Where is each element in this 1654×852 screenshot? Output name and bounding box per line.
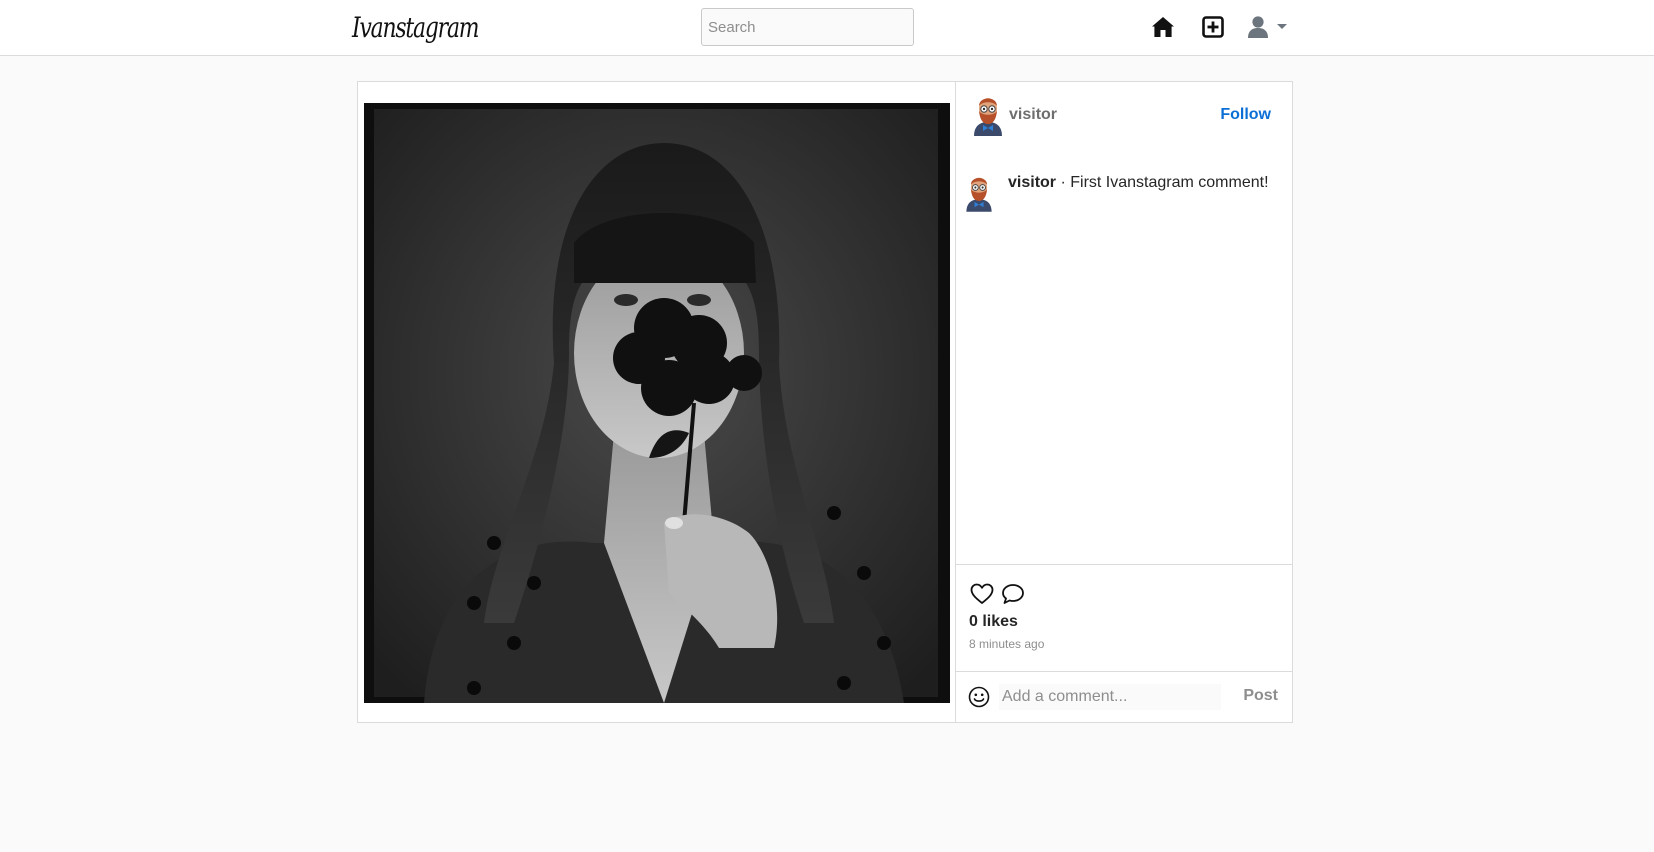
logo[interactable]: Ivanstagram — [352, 6, 480, 50]
comment-item: visitor · First Ivanstagram comment! — [956, 170, 1292, 220]
comment-username[interactable]: visitor — [1008, 174, 1056, 191]
post-actions: 0 likes 8 minutes ago — [956, 564, 1292, 671]
user-icon — [1248, 16, 1268, 38]
emoji-icon[interactable] — [968, 686, 990, 708]
avatar[interactable] — [968, 92, 1008, 136]
post-author-username[interactable]: visitor — [1009, 106, 1057, 124]
navbar: Ivanstagram — [0, 0, 1654, 56]
likes-count[interactable]: 0 likes — [969, 613, 1018, 631]
follow-button[interactable]: Follow — [1220, 106, 1271, 124]
search-input[interactable] — [701, 8, 914, 46]
add-post-icon[interactable] — [1200, 14, 1226, 40]
comment-body: visitor · First Ivanstagram comment! — [1008, 174, 1269, 192]
post-timestamp: 8 minutes ago — [969, 637, 1045, 651]
user-menu-toggle[interactable] — [1246, 14, 1294, 40]
comment-separator: · — [1056, 174, 1071, 191]
post-card: visitor Follow visitor · First Ivanstagr… — [357, 81, 1293, 723]
post-photo[interactable] — [364, 103, 950, 703]
photo-area — [358, 82, 956, 722]
heart-icon[interactable] — [969, 581, 995, 607]
add-comment-bar: Post — [956, 671, 1292, 722]
comment-text: First Ivanstagram comment! — [1070, 174, 1269, 191]
home-icon[interactable] — [1150, 14, 1176, 40]
comment-bubble-icon[interactable] — [1000, 581, 1026, 607]
post-header: visitor Follow — [956, 82, 1292, 152]
comment-input[interactable] — [999, 684, 1221, 710]
caret-down-icon — [1277, 24, 1287, 29]
comment-avatar[interactable] — [961, 170, 997, 214]
post-comment-button[interactable]: Post — [1243, 687, 1278, 705]
post-sidebar: visitor Follow visitor · First Ivanstagr… — [956, 82, 1292, 722]
